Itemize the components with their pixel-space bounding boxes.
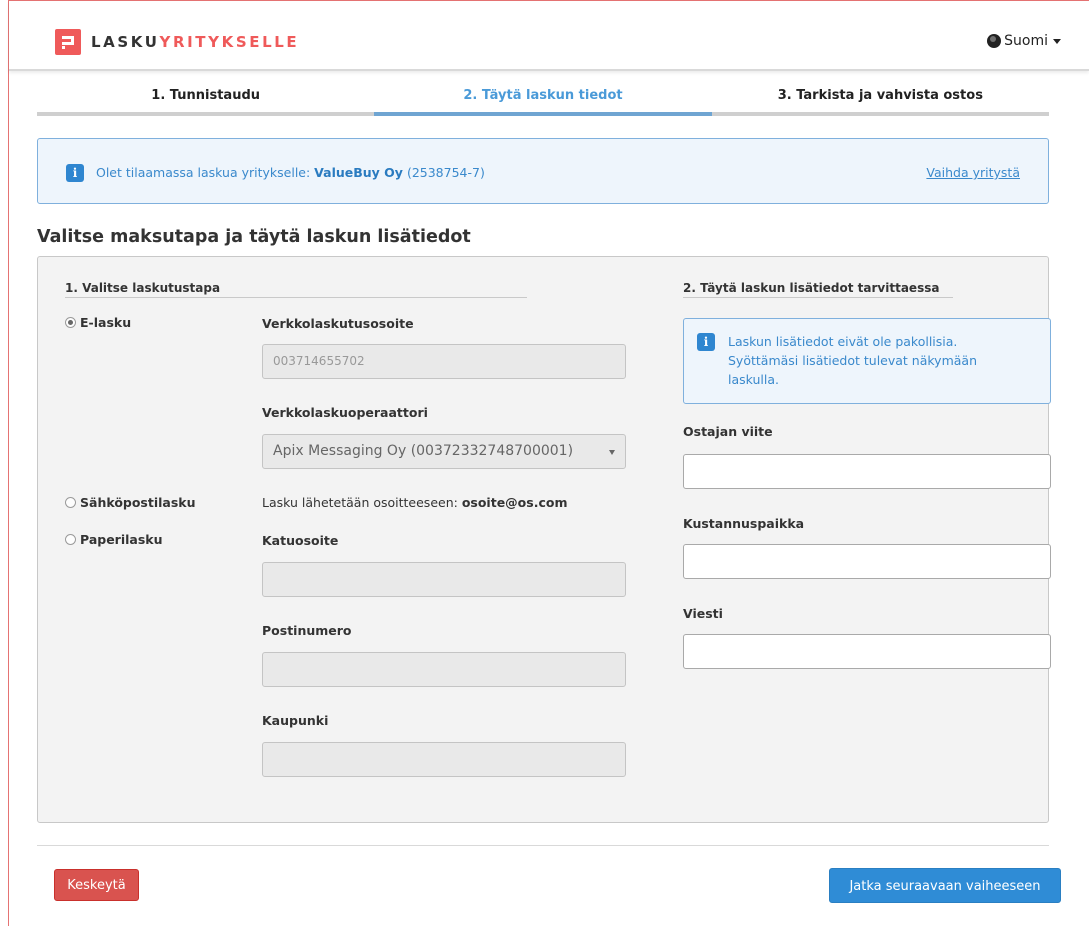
billing-method-title: 1. Valitse laskutustapa <box>65 281 527 298</box>
email-address: osoite@os.com <box>461 495 568 510</box>
radio-checked-icon <box>65 317 76 328</box>
email-prefix: Lasku lähetetään osoitteeseen: <box>262 495 462 510</box>
dropdown-arrow-icon <box>609 450 615 455</box>
einvoice-address-field[interactable]: 003714655702 <box>262 344 626 379</box>
footer-divider <box>37 845 1049 846</box>
info-icon: i <box>697 333 715 351</box>
step-progress: 1. Tunnistaudu 2. Täytä laskun tiedot 3.… <box>37 88 1049 116</box>
logo[interactable]: LASKUYRITYKSELLE <box>55 29 299 55</box>
radio-paper-invoice-label: Paperilasku <box>80 532 163 547</box>
language-label: Suomi <box>1004 33 1048 49</box>
street-address-field[interactable] <box>262 562 626 597</box>
info-icon: i <box>66 164 84 182</box>
radio-paper-invoice[interactable]: Paperilasku <box>65 532 163 547</box>
email-address-line: Lasku lähetetään osoitteeseen: osoite@os… <box>262 495 567 510</box>
cost-center-label: Kustannuspaikka <box>683 516 805 531</box>
postal-code-field[interactable] <box>262 652 626 687</box>
postal-code-label: Postinumero <box>262 623 352 638</box>
step-fill-details[interactable]: 2. Täytä laskun tiedot <box>374 88 712 116</box>
change-company-link[interactable]: Vaihda yritystä <box>926 165 1020 180</box>
einvoice-address-label: Verkkolaskutusosoite <box>262 316 414 331</box>
city-label: Kaupunki <box>262 713 329 728</box>
globe-icon <box>987 34 1002 48</box>
language-selector[interactable]: Suomi <box>987 33 1061 49</box>
logo-text-part1: LASKU <box>91 33 160 51</box>
street-address-label: Katuosoite <box>262 533 339 548</box>
step-authenticate[interactable]: 1. Tunnistaudu <box>37 88 375 116</box>
header: LASKUYRITYKSELLE Suomi <box>9 1 1089 71</box>
continue-button[interactable]: Jatka seuraavaan vaiheeseen <box>829 868 1061 903</box>
cost-center-field[interactable] <box>683 544 1051 579</box>
invoice-form-panel: 1. Valitse laskutustapa 2. Täytä laskun … <box>37 256 1051 823</box>
extra-info-title: 2. Täytä laskun lisätiedot tarvittaessa <box>683 281 953 298</box>
radio-email-invoice[interactable]: Sähköpostilasku <box>65 495 196 510</box>
einvoice-operator-label: Verkkolaskuoperaattori <box>262 405 428 420</box>
banner-text: Olet tilaamassa laskua yritykselle: Valu… <box>96 165 485 180</box>
company-info-banner: i Olet tilaamassa laskua yritykselle: Va… <box>37 138 1049 204</box>
banner-company-id: (2538754-7) <box>402 165 485 180</box>
message-field[interactable] <box>683 634 1051 669</box>
radio-e-invoice-label: E-lasku <box>80 315 132 330</box>
extra-info-notice-text: Laskun lisätiedot eivät ole pakollisia. … <box>728 334 977 387</box>
logo-text-part2: YRITYKSELLE <box>159 33 300 51</box>
radio-unchecked-icon <box>65 534 76 545</box>
city-field[interactable] <box>262 742 626 777</box>
einvoice-operator-select[interactable]: Apix Messaging Oy (00372332748700001) <box>262 434 626 469</box>
section-title: Valitse maksutapa ja täytä laskun lisäti… <box>37 227 471 247</box>
banner-prefix: Olet tilaamassa laskua yritykselle: <box>96 165 315 180</box>
extra-info-notice: i Laskun lisätiedot eivät ole pakollisia… <box>683 318 1051 404</box>
cancel-button[interactable]: Keskeytä <box>54 869 139 901</box>
einvoice-operator-value: Apix Messaging Oy (00372332748700001) <box>273 443 574 459</box>
radio-email-invoice-label: Sähköpostilasku <box>80 495 196 510</box>
message-label: Viesti <box>683 606 723 621</box>
page-frame-left <box>8 0 9 926</box>
radio-unchecked-icon <box>65 497 76 508</box>
buyer-reference-label: Ostajan viite <box>683 424 773 439</box>
logo-text: LASKUYRITYKSELLE <box>91 33 299 51</box>
buyer-reference-field[interactable] <box>683 454 1051 489</box>
step-review-confirm[interactable]: 3. Tarkista ja vahvista ostos <box>711 88 1049 116</box>
caret-down-icon <box>1053 38 1061 44</box>
logo-icon <box>55 29 81 55</box>
radio-e-invoice[interactable]: E-lasku <box>65 315 131 330</box>
banner-company: ValueBuy Oy <box>314 165 403 180</box>
